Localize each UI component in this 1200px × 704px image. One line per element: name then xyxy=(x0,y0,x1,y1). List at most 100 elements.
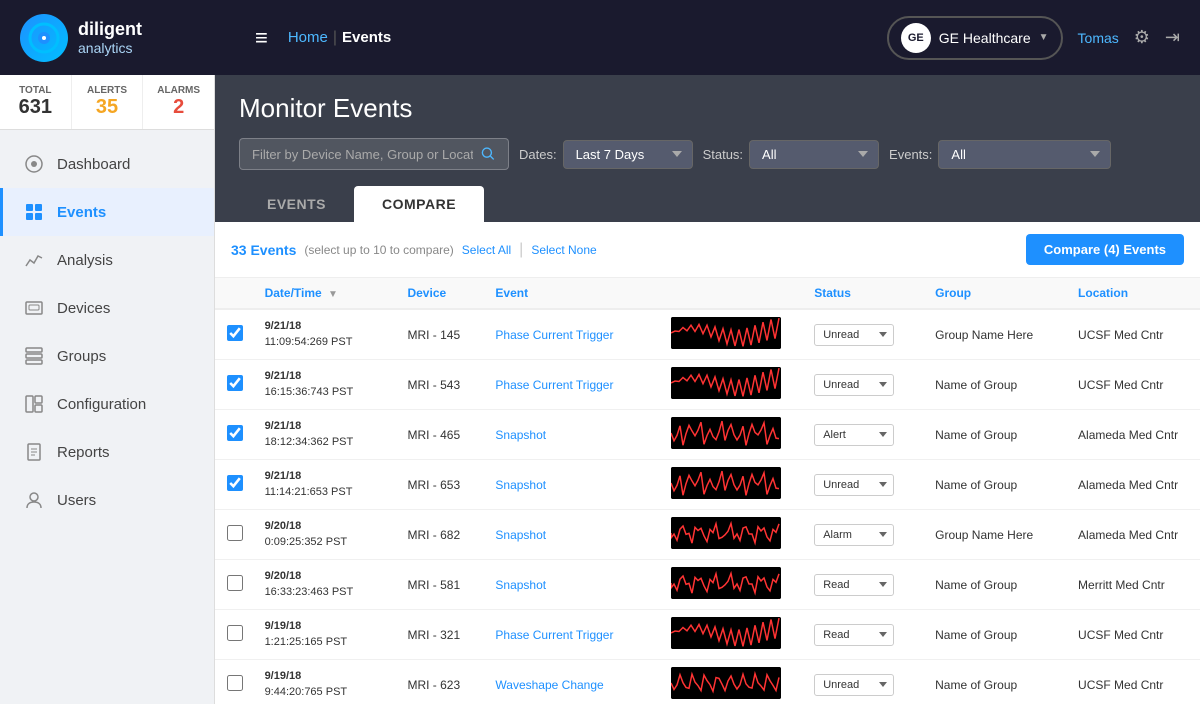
col-header-status[interactable]: Status xyxy=(804,278,925,309)
settings-icon[interactable]: ⚙ xyxy=(1134,27,1150,48)
select-all-button[interactable]: Select All xyxy=(462,243,511,257)
logout-icon[interactable]: ⇥ xyxy=(1165,27,1180,48)
row-device: MRI - 321 xyxy=(397,610,485,660)
alerts-label: ALERTS xyxy=(78,85,137,96)
filter-row: Dates: Last 7 Days Last 30 Days Custom S… xyxy=(239,138,1176,170)
table-area: 33 Events (select up to 10 to compare) S… xyxy=(215,222,1200,704)
row-datetime: 9/20/180:09:25:352 PST xyxy=(255,510,398,560)
row-waveform[interactable] xyxy=(661,510,804,560)
home-link[interactable]: Home xyxy=(288,29,328,46)
row-waveform[interactable] xyxy=(661,410,804,460)
configuration-icon xyxy=(23,393,45,415)
dates-filter-group: Dates: Last 7 Days Last 30 Days Custom xyxy=(519,140,693,169)
hamburger-icon[interactable]: ≡ xyxy=(255,25,268,51)
sidebar-item-reports[interactable]: Reports xyxy=(0,428,214,476)
row-checkbox[interactable] xyxy=(227,325,243,341)
status-filter-group: Status: All Unread Read Alert Alarm xyxy=(703,140,879,169)
row-group: Name of Group xyxy=(925,660,1068,704)
row-datetime: 9/21/1818:12:34:362 PST xyxy=(255,410,398,460)
sidebar-item-analysis[interactable]: Analysis xyxy=(0,236,214,284)
sidebar-item-groups[interactable]: Groups xyxy=(0,332,214,380)
select-none-button[interactable]: Select None xyxy=(531,243,596,257)
events-select[interactable]: All Phase Current Trigger Snapshot Waves… xyxy=(938,140,1111,169)
logo-diligent: diligent xyxy=(78,19,142,40)
row-status[interactable]: UnreadReadAlertAlarm xyxy=(804,360,925,410)
row-event[interactable]: Phase Current Trigger xyxy=(485,610,661,660)
row-waveform[interactable] xyxy=(661,360,804,410)
dashboard-icon xyxy=(23,153,45,175)
row-checkbox[interactable] xyxy=(227,575,243,591)
sidebar-dashboard-label: Dashboard xyxy=(57,156,130,173)
row-checkbox[interactable] xyxy=(227,425,243,441)
ge-healthcare-selector[interactable]: GE GE Healthcare ▼ xyxy=(887,16,1063,60)
row-device: MRI - 543 xyxy=(397,360,485,410)
tab-compare[interactable]: COMPARE xyxy=(354,186,484,222)
sidebar-events-label: Events xyxy=(57,204,106,221)
total-value: 631 xyxy=(6,96,65,119)
user-area[interactable]: Tomas xyxy=(1078,30,1119,46)
row-event[interactable]: Snapshot xyxy=(485,460,661,510)
row-waveform[interactable] xyxy=(661,460,804,510)
dates-select[interactable]: Last 7 Days Last 30 Days Custom xyxy=(563,140,693,169)
devices-icon xyxy=(23,297,45,319)
row-location: Alameda Med Cntr xyxy=(1068,510,1200,560)
row-location: Merritt Med Cntr xyxy=(1068,560,1200,610)
row-checkbox[interactable] xyxy=(227,525,243,541)
sidebar-item-configuration[interactable]: Configuration xyxy=(0,380,214,428)
row-status[interactable]: UnreadReadAlertAlarm xyxy=(804,660,925,704)
row-datetime: 9/19/181:21:25:165 PST xyxy=(255,610,398,660)
sidebar-item-devices[interactable]: Devices xyxy=(0,284,214,332)
sidebar-item-users[interactable]: Users xyxy=(0,476,214,524)
content-area: Monitor Events Dates: Last 7 Days Last 3… xyxy=(215,75,1200,704)
row-waveform[interactable] xyxy=(661,560,804,610)
row-checkbox[interactable] xyxy=(227,625,243,641)
row-status[interactable]: UnreadReadAlertAlarm xyxy=(804,309,925,360)
row-status[interactable]: UnreadReadAlertAlarm xyxy=(804,510,925,560)
sidebar-users-label: Users xyxy=(57,492,96,509)
row-event[interactable]: Snapshot xyxy=(485,560,661,610)
col-header-location[interactable]: Location xyxy=(1068,278,1200,309)
row-event[interactable]: Snapshot xyxy=(485,510,661,560)
search-box[interactable] xyxy=(239,138,509,170)
events-hint: (select up to 10 to compare) xyxy=(304,243,453,257)
sidebar-item-events[interactable]: Events xyxy=(0,188,214,236)
logo-area: diligent analytics xyxy=(20,14,235,62)
row-checkbox[interactable] xyxy=(227,375,243,391)
row-location: UCSF Med Cntr xyxy=(1068,660,1200,704)
row-status[interactable]: UnreadReadAlertAlarm xyxy=(804,560,925,610)
row-waveform[interactable] xyxy=(661,660,804,704)
row-event[interactable]: Phase Current Trigger xyxy=(485,309,661,360)
row-waveform[interactable] xyxy=(661,610,804,660)
col-header-device[interactable]: Device xyxy=(397,278,485,309)
table-row: 9/19/189:44:20:765 PSTMRI - 623Waveshape… xyxy=(215,660,1200,704)
tab-events[interactable]: EVENTS xyxy=(239,186,354,222)
row-group: Name of Group xyxy=(925,360,1068,410)
row-device: MRI - 581 xyxy=(397,560,485,610)
row-event[interactable]: Snapshot xyxy=(485,410,661,460)
row-group: Name of Group xyxy=(925,610,1068,660)
row-event[interactable]: Phase Current Trigger xyxy=(485,360,661,410)
compare-button[interactable]: Compare (4) Events xyxy=(1026,234,1184,265)
row-group: Name of Group xyxy=(925,560,1068,610)
row-checkbox[interactable] xyxy=(227,475,243,491)
sidebar-nav: Dashboard Events Analysis Devices xyxy=(0,130,214,534)
col-header-group[interactable]: Group xyxy=(925,278,1068,309)
nav-links: Home | Events xyxy=(288,29,391,47)
col-header-event[interactable]: Event xyxy=(485,278,661,309)
row-event[interactable]: Waveshape Change xyxy=(485,660,661,704)
sidebar-item-dashboard[interactable]: Dashboard xyxy=(0,140,214,188)
events-filter-group: Events: All Phase Current Trigger Snapsh… xyxy=(889,140,1111,169)
col-header-datetime[interactable]: Date/Time ▼ xyxy=(255,278,398,309)
row-waveform[interactable] xyxy=(661,309,804,360)
row-checkbox[interactable] xyxy=(227,675,243,691)
status-select[interactable]: All Unread Read Alert Alarm xyxy=(749,140,879,169)
alarms-label: ALARMS xyxy=(149,85,208,96)
row-status[interactable]: UnreadReadAlertAlarm xyxy=(804,610,925,660)
events-count: 33 Events xyxy=(231,242,296,258)
col-header-waveform xyxy=(661,278,804,309)
row-status[interactable]: UnreadReadAlertAlarm xyxy=(804,460,925,510)
sidebar-groups-label: Groups xyxy=(57,348,106,365)
table-row: 9/19/181:21:25:165 PSTMRI - 321Phase Cur… xyxy=(215,610,1200,660)
search-input[interactable] xyxy=(252,147,473,162)
row-status[interactable]: UnreadReadAlertAlarm xyxy=(804,410,925,460)
